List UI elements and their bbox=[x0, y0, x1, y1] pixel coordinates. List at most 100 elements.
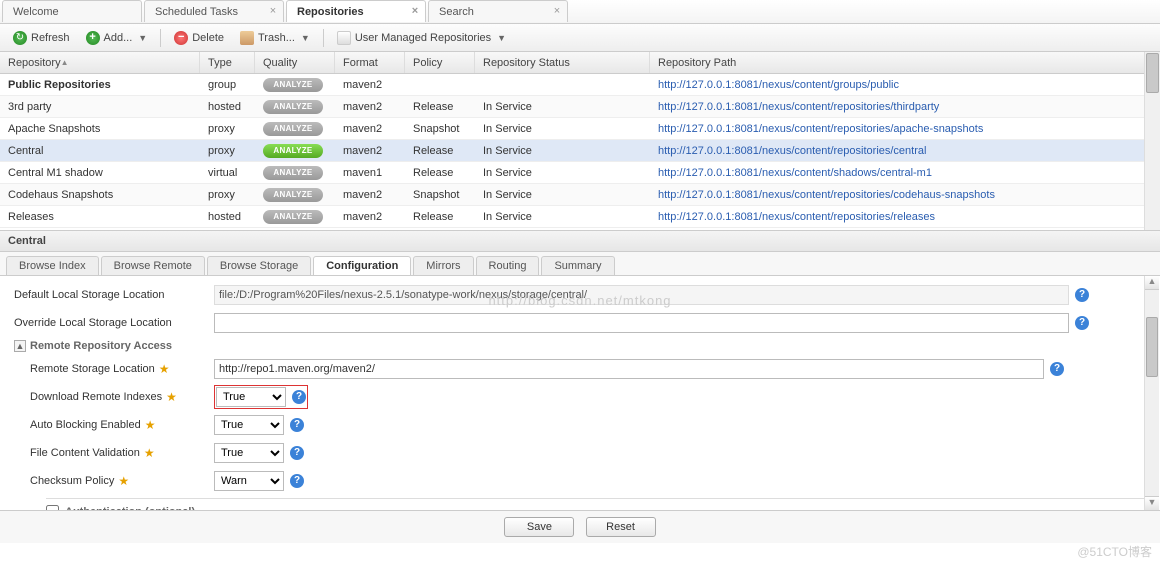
remote-access-section: ▲ Remote Repository Access bbox=[14, 340, 1146, 352]
scrollbar-thumb[interactable] bbox=[1146, 317, 1158, 377]
col-status[interactable]: Repository Status bbox=[475, 52, 650, 73]
auto-blocking-select[interactable]: True bbox=[214, 415, 284, 435]
tab-label: Scheduled Tasks bbox=[155, 6, 238, 18]
chevron-down-icon: ▼ bbox=[497, 33, 506, 43]
scrollbar-thumb[interactable] bbox=[1146, 53, 1159, 93]
help-icon[interactable] bbox=[1075, 316, 1089, 330]
repo-path-link[interactable]: http://127.0.0.1:8081/nexus/content/shad… bbox=[658, 167, 932, 179]
cell-format: maven2 bbox=[335, 189, 405, 201]
cell-type: group bbox=[200, 79, 255, 91]
col-policy[interactable]: Policy bbox=[405, 52, 475, 73]
cell-status: In Service bbox=[475, 101, 650, 113]
required-icon: ★ bbox=[145, 418, 156, 432]
tab-welcome[interactable]: Welcome bbox=[2, 0, 142, 22]
analyze-button[interactable]: ANALYZE bbox=[263, 166, 323, 180]
refresh-button[interactable]: Refresh bbox=[6, 28, 77, 48]
cell-type: proxy bbox=[200, 145, 255, 157]
help-icon[interactable] bbox=[290, 418, 304, 432]
repo-path-link[interactable]: http://127.0.0.1:8081/nexus/content/repo… bbox=[658, 123, 983, 135]
repo-path-link[interactable]: http://127.0.0.1:8081/nexus/content/repo… bbox=[658, 211, 935, 223]
download-remote-indexes-label: Download Remote Indexes★ bbox=[30, 390, 214, 404]
detail-header: Central bbox=[0, 230, 1160, 252]
table-row[interactable]: Central M1 shadowvirtualANALYZEmaven1Rel… bbox=[0, 162, 1160, 184]
tab-search[interactable]: Search× bbox=[428, 0, 568, 22]
help-icon[interactable] bbox=[292, 390, 306, 404]
cell-format: maven2 bbox=[335, 123, 405, 135]
analyze-button[interactable]: ANALYZE bbox=[263, 188, 323, 202]
subtab-routing[interactable]: Routing bbox=[476, 256, 540, 275]
table-row[interactable]: Public RepositoriesgroupANALYZEmaven2htt… bbox=[0, 74, 1160, 96]
analyze-button[interactable]: ANALYZE bbox=[263, 144, 323, 158]
subtab-configuration[interactable]: Configuration bbox=[313, 256, 411, 275]
save-button[interactable]: Save bbox=[504, 517, 574, 537]
cell-format: maven2 bbox=[335, 101, 405, 113]
scrollbar[interactable] bbox=[1144, 52, 1160, 230]
file-content-validation-select[interactable]: True bbox=[214, 443, 284, 463]
cell-format: maven2 bbox=[335, 145, 405, 157]
btn-label: Add... bbox=[104, 32, 133, 44]
add-button[interactable]: Add...▼ bbox=[79, 28, 155, 48]
table-row[interactable]: CentralproxyANALYZEmaven2ReleaseIn Servi… bbox=[0, 140, 1160, 162]
collapse-icon[interactable]: ▲ bbox=[14, 340, 26, 352]
subtab-summary[interactable]: Summary bbox=[541, 256, 614, 275]
scroll-up-icon[interactable]: ▲ bbox=[1145, 276, 1159, 290]
remote-storage-input[interactable] bbox=[214, 359, 1044, 379]
override-local-storage-input[interactable] bbox=[214, 313, 1069, 333]
subtab-browse-remote[interactable]: Browse Remote bbox=[101, 256, 205, 275]
checksum-policy-select[interactable]: Warn bbox=[214, 471, 284, 491]
cell-path: http://127.0.0.1:8081/nexus/content/repo… bbox=[650, 189, 1160, 201]
refresh-icon bbox=[13, 31, 27, 45]
reset-button[interactable]: Reset bbox=[586, 517, 656, 537]
close-icon[interactable]: × bbox=[267, 5, 279, 17]
table-row[interactable]: 3rd partyhostedANALYZEmaven2ReleaseIn Se… bbox=[0, 96, 1160, 118]
analyze-button[interactable]: ANALYZE bbox=[263, 78, 323, 92]
cell-path: http://127.0.0.1:8081/nexus/content/repo… bbox=[650, 123, 1160, 135]
cell-repository: Central M1 shadow bbox=[0, 167, 200, 179]
cell-quality: ANALYZE bbox=[255, 122, 335, 136]
table-row[interactable]: Codehaus SnapshotsproxyANALYZEmaven2Snap… bbox=[0, 184, 1160, 206]
close-icon[interactable]: × bbox=[551, 5, 563, 17]
col-repository[interactable]: Repository bbox=[0, 52, 200, 73]
scroll-down-icon[interactable]: ▼ bbox=[1145, 496, 1159, 510]
table-row[interactable]: ReleaseshostedANALYZEmaven2ReleaseIn Ser… bbox=[0, 206, 1160, 228]
col-format[interactable]: Format bbox=[335, 52, 405, 73]
table-row[interactable]: Apache SnapshotsproxyANALYZEmaven2Snapsh… bbox=[0, 118, 1160, 140]
download-remote-indexes-select[interactable]: True bbox=[216, 387, 286, 407]
user-repos-button[interactable]: User Managed Repositories▼ bbox=[330, 28, 513, 48]
repo-path-link[interactable]: http://127.0.0.1:8081/nexus/content/repo… bbox=[658, 145, 926, 157]
authentication-checkbox[interactable] bbox=[46, 505, 59, 510]
analyze-button[interactable]: ANALYZE bbox=[263, 122, 323, 136]
tab-repositories[interactable]: Repositories× bbox=[286, 0, 426, 22]
separator bbox=[160, 29, 161, 47]
help-icon[interactable] bbox=[290, 474, 304, 488]
cell-quality: ANALYZE bbox=[255, 100, 335, 114]
col-type[interactable]: Type bbox=[200, 52, 255, 73]
cell-repository: Releases bbox=[0, 211, 200, 223]
auto-blocking-label: Auto Blocking Enabled★ bbox=[30, 418, 214, 432]
repo-path-link[interactable]: http://127.0.0.1:8081/nexus/content/repo… bbox=[658, 101, 939, 113]
help-icon[interactable] bbox=[290, 446, 304, 460]
delete-icon bbox=[174, 31, 188, 45]
repo-path-link[interactable]: http://127.0.0.1:8081/nexus/content/repo… bbox=[658, 189, 995, 201]
cell-quality: ANALYZE bbox=[255, 78, 335, 92]
cell-repository: Central bbox=[0, 145, 200, 157]
subtab-browse-index[interactable]: Browse Index bbox=[6, 256, 99, 275]
subtab-mirrors[interactable]: Mirrors bbox=[413, 256, 473, 275]
cell-policy: Release bbox=[405, 101, 475, 113]
help-icon[interactable] bbox=[1075, 288, 1089, 302]
cell-repository: Apache Snapshots bbox=[0, 123, 200, 135]
delete-button[interactable]: Delete bbox=[167, 28, 231, 48]
btn-label: Delete bbox=[192, 32, 224, 44]
help-icon[interactable] bbox=[1050, 362, 1064, 376]
form-scrollbar[interactable]: ▲ ▼ bbox=[1144, 276, 1159, 510]
col-quality[interactable]: Quality bbox=[255, 52, 335, 73]
analyze-button[interactable]: ANALYZE bbox=[263, 100, 323, 114]
repo-path-link[interactable]: http://127.0.0.1:8081/nexus/content/grou… bbox=[658, 79, 899, 91]
tab-scheduled-tasks[interactable]: Scheduled Tasks × bbox=[144, 0, 284, 22]
cell-format: maven2 bbox=[335, 79, 405, 91]
col-path[interactable]: Repository Path bbox=[650, 52, 1160, 73]
close-icon[interactable]: × bbox=[409, 5, 421, 17]
subtab-browse-storage[interactable]: Browse Storage bbox=[207, 256, 311, 275]
trash-button[interactable]: Trash...▼ bbox=[233, 28, 317, 48]
analyze-button[interactable]: ANALYZE bbox=[263, 210, 323, 224]
